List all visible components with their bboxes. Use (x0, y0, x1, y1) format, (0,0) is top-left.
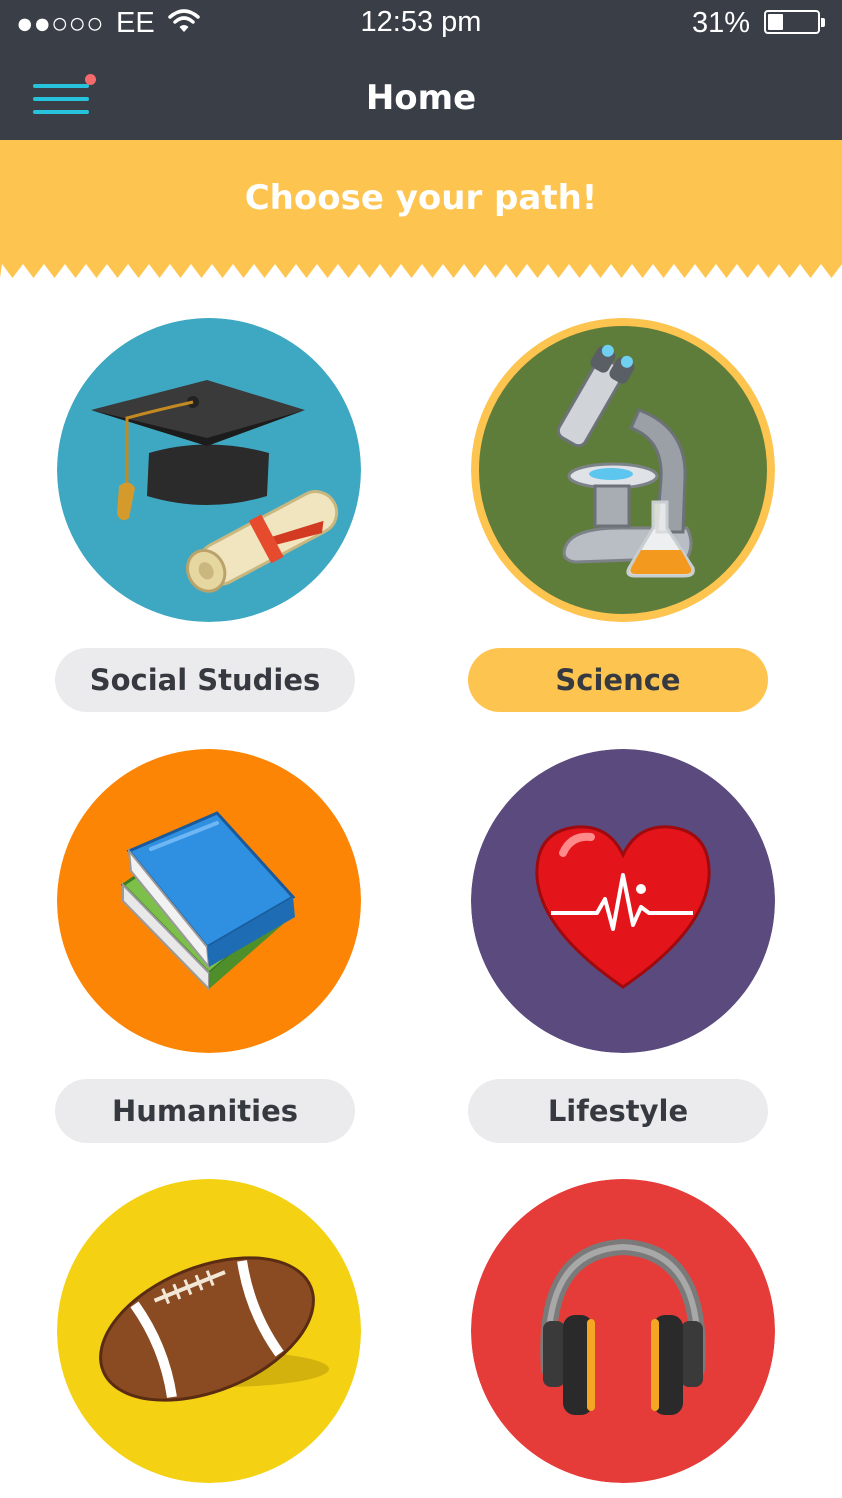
category-lifestyle-tile[interactable] (471, 749, 775, 1053)
category-social-studies-tile[interactable] (57, 318, 361, 622)
category-label-pill[interactable]: Lifestyle (468, 1079, 768, 1143)
football-icon (57, 1179, 361, 1483)
top-bar: ●●○○○ EE 12:53 pm 31% Home (0, 0, 842, 140)
graduation-cap-icon (57, 318, 361, 622)
books-icon (57, 749, 361, 1053)
category-label-pill[interactable]: Social Studies (55, 648, 355, 712)
headphones-icon (471, 1179, 775, 1483)
page-title: Home (365, 78, 477, 118)
category-music-tile[interactable] (471, 1179, 775, 1483)
microscope-icon (471, 318, 775, 622)
battery-icon (764, 10, 825, 34)
category-humanities-tile[interactable] (57, 749, 361, 1053)
category-label-pill-selected[interactable]: Science (468, 648, 768, 712)
category-sports-tile[interactable] (57, 1179, 361, 1483)
category-science-tile[interactable] (471, 318, 775, 622)
battery-percent: 31% (691, 7, 750, 39)
status-bar: ●●○○○ EE 12:53 pm 31% (0, 0, 842, 46)
heart-icon (471, 749, 775, 1053)
category-label-pill[interactable]: Humanities (55, 1079, 355, 1143)
banner-heading: Choose your path! (244, 178, 598, 218)
